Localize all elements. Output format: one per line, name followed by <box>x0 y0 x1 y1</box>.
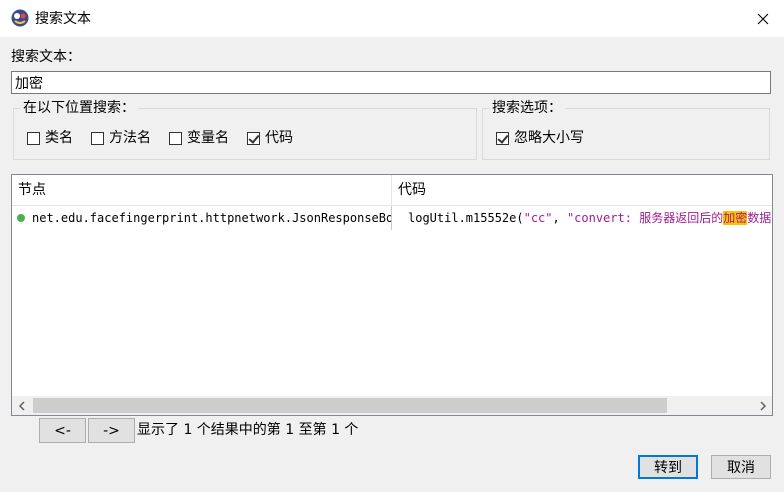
title-bar: 搜索文本 <box>0 0 784 37</box>
window-title: 搜索文本 <box>35 11 91 27</box>
app-logo-icon <box>11 9 29 27</box>
code-comma: , <box>552 211 567 225</box>
checkbox-label: 类名 <box>45 130 73 146</box>
next-page-button[interactable]: -> <box>88 418 135 443</box>
scroll-right-button[interactable] <box>753 396 772 415</box>
search-label: 搜索文本： <box>11 49 81 65</box>
checkbox-label: 方法名 <box>109 130 151 146</box>
checkbox-box[interactable] <box>496 131 509 145</box>
scroll-right-icon <box>759 400 766 411</box>
checkbox-label: 忽略大小写 <box>514 130 584 146</box>
search-input[interactable] <box>12 72 770 93</box>
checkbox-method-name[interactable]: 方法名 <box>91 129 151 147</box>
code-prefix: logUtil.m15552e( <box>408 211 524 225</box>
checkbox-variable-name[interactable]: 变量名 <box>169 129 229 147</box>
column-header-node[interactable]: 节点 <box>12 175 391 205</box>
prev-page-button[interactable]: <- <box>39 418 86 443</box>
table-header: 节点 代码 <box>12 175 772 206</box>
search-scope-title: 在以下位置搜索： <box>20 99 138 117</box>
close-button[interactable] <box>742 0 784 37</box>
checkbox-label: 代码 <box>265 130 293 146</box>
code-string-arg: "cc" <box>523 211 553 225</box>
search-field[interactable] <box>11 71 771 94</box>
node-cell[interactable]: net.edu.facefingerprint.httpnetwork.Json… <box>12 206 391 230</box>
node-status-icon <box>17 214 25 222</box>
search-options-title: 搜索选项： <box>489 99 565 117</box>
code-string-after-match: 数据 <box>747 211 772 225</box>
checkbox-box[interactable] <box>91 131 104 145</box>
checkbox-box[interactable] <box>169 131 182 145</box>
code-match-highlight: 加密 <box>723 211 748 225</box>
checkbox-class-name[interactable]: 类名 <box>27 129 73 147</box>
code-cell[interactable]: logUtil.m15552e("cc", "convert: 服务器返回后的加… <box>392 206 772 230</box>
scrollbar-thumb[interactable] <box>33 398 667 413</box>
node-name: net.edu.facefingerprint.httpnetwork.Json… <box>32 211 391 225</box>
horizontal-scrollbar[interactable] <box>12 396 772 415</box>
checkbox-box[interactable] <box>27 131 40 145</box>
scroll-left-icon <box>18 400 25 411</box>
search-scope-group: 在以下位置搜索： <box>13 99 477 160</box>
results-table: 节点 代码 net.edu.facefingerprint.httpnetwor… <box>11 174 773 416</box>
goto-button[interactable]: 转到 <box>638 455 698 479</box>
close-icon <box>757 13 769 24</box>
code-string-before-match: "convert: 服务器返回后的 <box>566 211 724 225</box>
scroll-left-button[interactable] <box>12 396 31 415</box>
checkbox-code[interactable]: 代码 <box>247 129 293 147</box>
checkbox-ignore-case[interactable]: 忽略大小写 <box>496 129 584 147</box>
table-row[interactable]: net.edu.facefingerprint.httpnetwork.Json… <box>12 206 772 230</box>
result-count-status: 显示了 1 个结果中的第 1 至第 1 个 <box>137 422 359 438</box>
checkbox-box[interactable] <box>247 131 260 145</box>
column-header-code[interactable]: 代码 <box>392 175 772 205</box>
cancel-button[interactable]: 取消 <box>711 455 771 479</box>
checkbox-label: 变量名 <box>187 130 229 146</box>
